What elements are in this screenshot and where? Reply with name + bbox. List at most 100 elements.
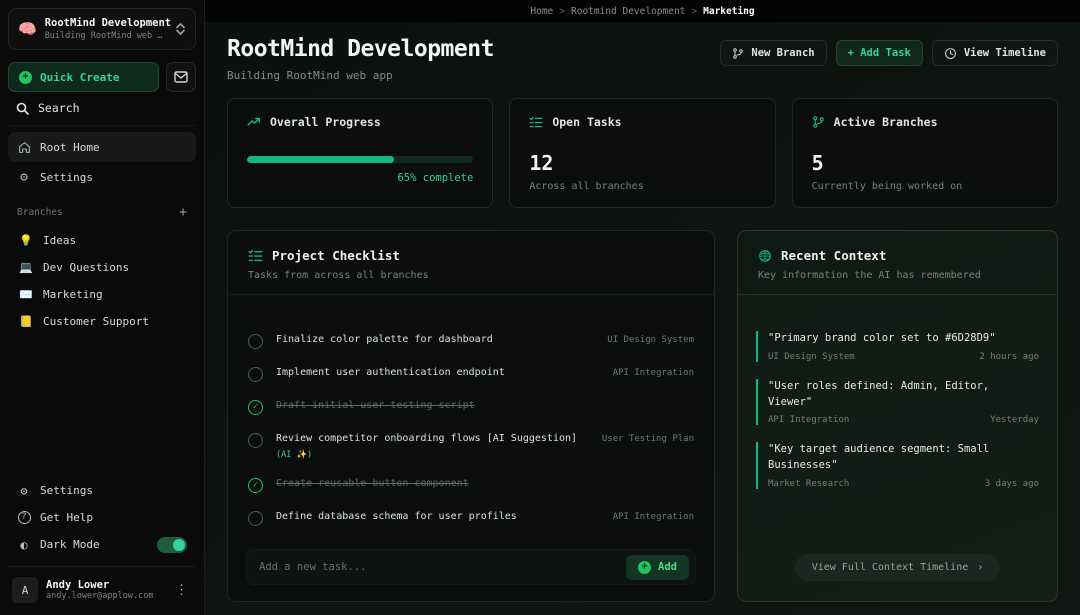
view-full-context-label: View Full Context Timeline [812, 562, 969, 573]
check-icon: ✓ [253, 481, 258, 490]
branch-emoji-icon: 💻 [19, 261, 33, 274]
user-email: andy.lower@applow.com [46, 591, 163, 601]
main-area: Home>Rootmind Development>Marketing Root… [205, 0, 1080, 615]
context-quote: "Key target audience segment: Small Busi… [768, 442, 1039, 474]
sidebar-footer-settings[interactable]: ⚙ Settings [8, 477, 196, 504]
git-branch-icon [732, 47, 744, 60]
footer-get-help-label: Get Help [40, 511, 93, 524]
task-checkbox[interactable]: ✓ [248, 400, 263, 415]
progress-bar [247, 156, 473, 163]
progress-bar-fill [247, 156, 394, 163]
task-label: Review competitor onboarding flows [AI S… [276, 432, 589, 447]
task-checkbox[interactable]: ✓ [248, 478, 263, 493]
kebab-menu-icon[interactable]: ⋮ [171, 583, 192, 598]
task-checkbox[interactable]: ✓ [248, 367, 263, 382]
add-task-button[interactable]: + Add Task [836, 40, 923, 66]
gear-icon: ⚙ [17, 170, 31, 185]
context-entry: "Primary brand color set to #6D28D9" UI … [756, 331, 1039, 362]
task-label: Draft initial user testing script [276, 399, 694, 414]
view-full-context-timeline-button[interactable]: View Full Context Timeline › [795, 554, 1001, 581]
chevron-up-down-icon [175, 22, 186, 36]
checklist-icon [529, 116, 543, 129]
checklist-subtitle: Tasks from across all branches [248, 270, 694, 281]
gear-icon: ⚙ [17, 484, 31, 498]
branch-emoji-icon: 💡 [19, 234, 33, 247]
search-icon [16, 102, 29, 115]
task-row[interactable]: ✓ Implement user authentication endpoint… [248, 366, 694, 382]
breadcrumb-item[interactable]: Home [530, 6, 553, 17]
workspace-selector[interactable]: 🧠 RootMind Development Building RootMind… [8, 8, 196, 50]
view-timeline-label: View Timeline [964, 47, 1046, 59]
dark-mode-toggle[interactable] [157, 537, 187, 553]
task-branch-badge: UI Design System [607, 335, 694, 345]
new-branch-button[interactable]: New Branch [720, 40, 826, 66]
sidebar-branch-item[interactable]: 💡 Ideas [8, 227, 196, 254]
branch-label: Marketing [43, 288, 103, 301]
breadcrumb-item[interactable]: Rootmind Development [571, 6, 685, 17]
project-checklist-panel: Project Checklist Tasks from across all … [227, 230, 715, 602]
open-tasks-value: 12 [529, 151, 755, 175]
add-task-row: + Add [246, 549, 696, 585]
help-icon: ? [17, 511, 31, 524]
search-button[interactable]: Search [8, 92, 196, 126]
check-icon: ✓ [253, 403, 258, 412]
page-subtitle: Building RootMind web app [227, 69, 494, 82]
sidebar-item-root-home[interactable]: Root Home [8, 132, 196, 162]
context-time: Yesterday [990, 415, 1039, 425]
user-account[interactable]: A Andy Lower andy.lower@applow.com ⋮ [8, 566, 196, 607]
home-icon [17, 141, 31, 154]
add-task-submit-button[interactable]: + Add [626, 555, 689, 580]
checklist-title: Project Checklist [272, 248, 400, 263]
footer-settings-label: Settings [40, 484, 93, 497]
add-branch-button[interactable]: + [179, 206, 187, 219]
task-row[interactable]: ✓ Create reusable button component [248, 477, 694, 493]
active-branches-value: 5 [812, 151, 1038, 175]
branch-label: Dev Questions [43, 261, 129, 274]
chevron-right-icon: › [977, 562, 983, 573]
footer-dark-mode-label: Dark Mode [40, 538, 100, 551]
git-branch-icon [812, 115, 825, 129]
sidebar-branch-item[interactable]: ✉️ Marketing [8, 281, 196, 308]
task-label: Implement user authentication endpoint [276, 366, 600, 381]
task-checkbox[interactable]: ✓ [248, 433, 263, 448]
search-label: Search [38, 101, 80, 115]
task-row[interactable]: ✓ Define database schema for user profil… [248, 510, 694, 526]
sidebar-item-settings[interactable]: ⚙ Settings [8, 162, 196, 192]
brain-icon: 🧠 [18, 22, 37, 37]
add-task-input[interactable] [259, 561, 626, 573]
trending-up-icon [247, 116, 261, 128]
user-name: Andy Lower [46, 579, 163, 591]
context-entry: "Key target audience segment: Small Busi… [756, 442, 1039, 489]
recent-context-panel: Recent Context Key information the AI ha… [737, 230, 1058, 602]
sidebar-item-label: Settings [40, 171, 93, 184]
context-source: API Integration [768, 415, 849, 425]
branch-emoji-icon: 📒 [19, 315, 33, 328]
task-checkbox[interactable]: ✓ [248, 334, 263, 349]
new-branch-label: New Branch [751, 47, 814, 59]
plus-circle-icon: + [638, 561, 651, 574]
sidebar-footer-get-help[interactable]: ? Get Help [8, 504, 196, 531]
task-row[interactable]: ✓ Review competitor onboarding flows [AI… [248, 432, 694, 460]
task-checkbox[interactable]: ✓ [248, 511, 263, 526]
sidebar-branch-item[interactable]: 📒 Customer Support [8, 308, 196, 335]
breadcrumb-separator: > [691, 6, 697, 17]
recent-context-subtitle: Key information the AI has remembered [758, 270, 1037, 281]
inbox-button[interactable] [166, 62, 196, 92]
mail-icon [174, 71, 188, 83]
context-entry: "User roles defined: Admin, Editor, View… [756, 379, 1039, 426]
context-entry-list: "Primary brand color set to #6D28D9" UI … [738, 295, 1057, 550]
task-row[interactable]: ✓ Draft initial user testing script [248, 399, 694, 415]
task-label: Finalize color palette for dashboard [276, 333, 594, 348]
sidebar-branch-item[interactable]: 💻 Dev Questions [8, 254, 196, 281]
open-tasks-card: Open Tasks 12 Across all branches [509, 98, 775, 208]
active-branches-card: Active Branches 5 Currently being worked… [792, 98, 1058, 208]
view-timeline-button[interactable]: View Timeline [932, 40, 1058, 66]
contrast-icon: ◐ [17, 538, 31, 552]
add-button-label: Add [658, 561, 677, 573]
task-row[interactable]: ✓ Finalize color palette for dashboard U… [248, 333, 694, 349]
quick-create-button[interactable]: + Quick Create [8, 62, 159, 92]
branch-list: 💡 Ideas 💻 Dev Questions ✉️ Marketing 📒 C… [8, 227, 196, 335]
sidebar-footer-dark-mode[interactable]: ◐ Dark Mode [8, 531, 196, 558]
task-branch-badge: API Integration [613, 512, 694, 522]
progress-percent-label: 65% complete [247, 172, 473, 184]
